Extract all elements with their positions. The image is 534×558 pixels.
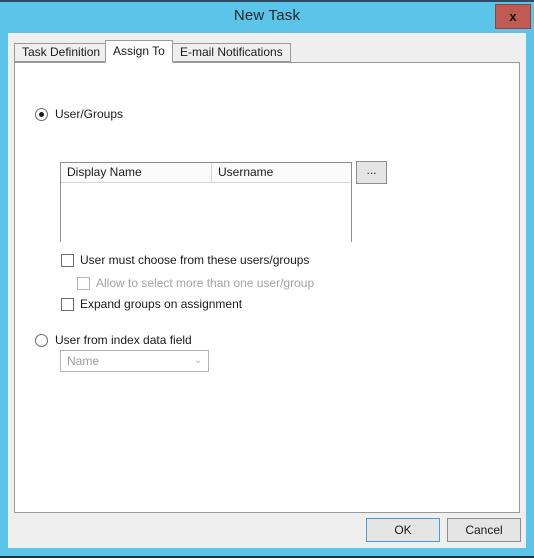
close-icon[interactable]: x [495,4,531,29]
tab-strip: Task Definition Assign To E-mail Notific… [14,40,520,63]
radio-user-from-index-field-indicator[interactable] [35,333,48,347]
index-field-select: Name ⌄ [60,350,209,372]
checkbox-user-must-choose-label: User must choose from these users/groups [80,253,310,267]
list-body-empty[interactable] [61,183,351,242]
tab-page-assign-to: User/Groups Display Name Username ... Us… [14,62,520,513]
chevron-down-icon: ⌄ [193,355,203,366]
checkbox-allow-multiple-label: Allow to select more than one user/group [96,276,315,290]
checkbox-expand-groups[interactable]: Expand groups on assignment [61,297,242,311]
radio-user-groups-label: User/Groups [55,107,124,121]
users-groups-list[interactable]: Display Name Username [60,162,352,242]
ok-button[interactable]: OK [366,518,440,542]
index-field-select-value: Name [67,354,100,368]
radio-user-groups[interactable]: User/Groups [35,107,123,121]
tab-assign-to[interactable]: Assign To [105,40,173,63]
tab-email-notifications[interactable]: E-mail Notifications [172,43,291,62]
checkbox-allow-multiple: Allow to select more than one user/group [77,276,314,290]
title-bar: New Task x [0,2,534,32]
checkbox-expand-groups-box[interactable] [61,297,74,311]
cancel-button[interactable]: Cancel [447,518,521,542]
browse-users-button[interactable]: ... [356,161,387,184]
tab-task-definition[interactable]: Task Definition [14,43,109,62]
new-task-dialog-window: New Task x Task Definition Assign To E-m… [0,0,534,558]
checkbox-user-must-choose[interactable]: User must choose from these users/groups [61,253,309,267]
checkbox-allow-multiple-box [77,276,90,290]
list-header-row: Display Name Username [61,163,351,183]
column-header-username[interactable]: Username [212,163,351,182]
radio-user-groups-indicator[interactable] [35,107,48,121]
window-title: New Task [233,7,301,24]
dialog-body: Task Definition Assign To E-mail Notific… [8,33,526,548]
column-header-display-name[interactable]: Display Name [61,163,212,182]
radio-user-from-index-field-label: User from index data field [55,333,192,347]
radio-user-from-index-field[interactable]: User from index data field [35,333,192,347]
checkbox-user-must-choose-box[interactable] [61,253,74,267]
checkbox-expand-groups-label: Expand groups on assignment [80,297,243,311]
